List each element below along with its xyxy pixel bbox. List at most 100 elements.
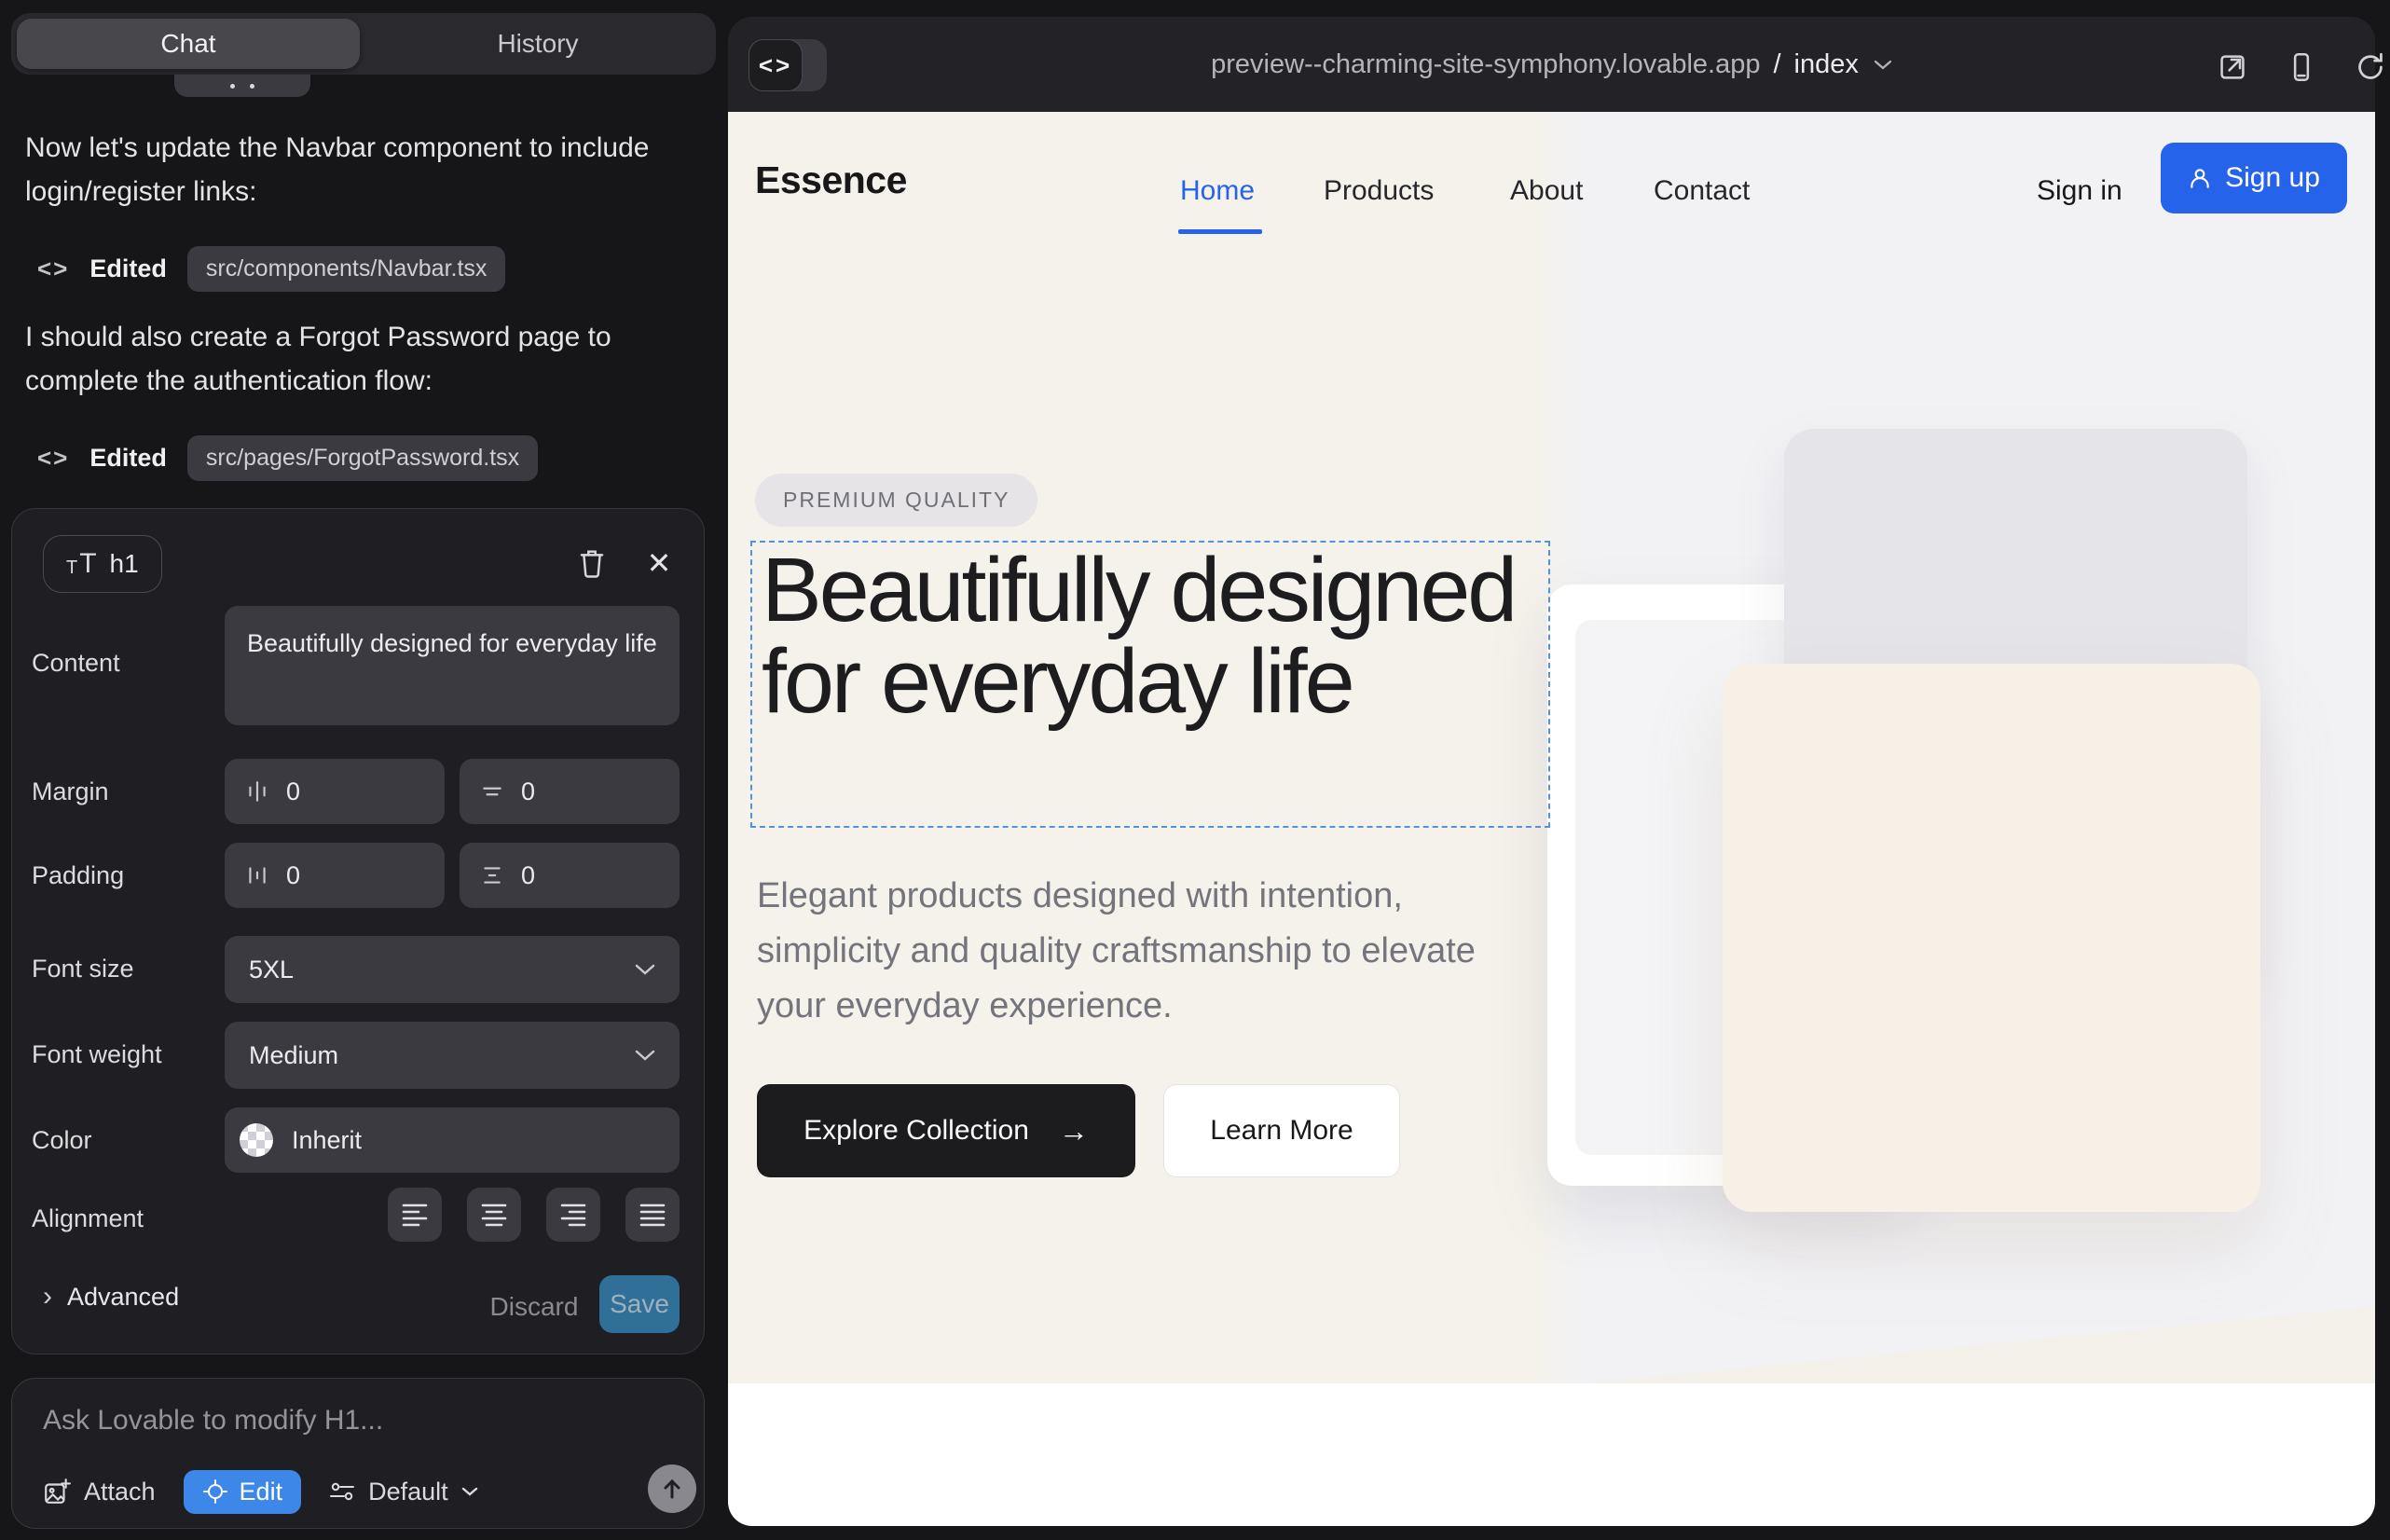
font-size-select[interactable]: 5XL xyxy=(225,936,680,1003)
decor-card-peach xyxy=(1723,664,2260,1212)
sign-up-button[interactable]: Sign up xyxy=(2161,143,2347,213)
advanced-toggle[interactable]: › Advanced xyxy=(43,1281,179,1313)
refresh-button[interactable] xyxy=(2350,47,2390,88)
selected-h1-outline[interactable]: Beautifully designed for everyday life xyxy=(750,541,1550,828)
margin-x-input[interactable] xyxy=(286,777,379,806)
content-input[interactable]: Beautifully designed for everyday life xyxy=(225,606,680,725)
site-logo[interactable]: Essence xyxy=(755,158,907,202)
user-icon xyxy=(2188,166,2212,190)
nav-link-products[interactable]: Products xyxy=(1324,175,1434,207)
align-center-icon xyxy=(480,1203,508,1227)
dot-icon xyxy=(230,84,235,89)
delete-element-button[interactable] xyxy=(571,543,612,584)
composer-input[interactable] xyxy=(43,1405,658,1437)
url-page: index xyxy=(1794,49,1859,80)
open-in-new-tab-button[interactable] xyxy=(2212,47,2253,88)
hero-curve-decoration xyxy=(1554,1294,2375,1383)
chat-message: Now let's update the Navbar component to… xyxy=(25,126,687,213)
tab-chat-label: Chat xyxy=(17,19,360,69)
mode-label: Default xyxy=(368,1478,448,1506)
preview-browser-frame: preview--charming-site-symphony.lovable.… xyxy=(728,17,2375,1526)
margin-x-field[interactable] xyxy=(225,759,445,824)
dot-icon xyxy=(250,84,254,89)
padding-label: Padding xyxy=(32,861,124,890)
chevron-right-icon: › xyxy=(43,1281,52,1313)
code-preview-toggle[interactable]: <> xyxy=(749,39,827,91)
scrolled-message-peek[interactable] xyxy=(174,75,310,97)
sign-up-label: Sign up xyxy=(2225,162,2320,194)
mode-select[interactable]: Default xyxy=(329,1478,478,1506)
edited-file-row: <> Edited src/pages/ForgotPassword.tsx xyxy=(37,433,538,482)
explore-collection-button[interactable]: Explore Collection → xyxy=(757,1084,1135,1177)
align-right-button[interactable] xyxy=(546,1188,600,1242)
edited-label: Edited xyxy=(89,444,167,473)
chevron-down-icon xyxy=(635,964,655,975)
code-icon: <> xyxy=(37,254,69,283)
padding-x-field[interactable] xyxy=(225,843,445,908)
margin-label: Margin xyxy=(32,777,109,806)
font-weight-select[interactable]: Medium xyxy=(225,1022,680,1089)
padding-y-input[interactable] xyxy=(521,861,614,890)
tab-chat[interactable]: Chat xyxy=(17,19,360,69)
learn-more-button[interactable]: Learn More xyxy=(1163,1084,1400,1177)
arrow-up-icon xyxy=(661,1478,683,1500)
margin-vertical-icon xyxy=(480,779,504,804)
url-bar[interactable]: preview--charming-site-symphony.lovable.… xyxy=(728,17,2375,112)
sign-in-link[interactable]: Sign in xyxy=(2037,175,2122,207)
align-left-button[interactable] xyxy=(388,1188,442,1242)
element-tag: h1 xyxy=(110,549,139,579)
type-icon: TT xyxy=(66,551,97,577)
hero-headline[interactable]: Beautifully designed for everyday life xyxy=(762,544,1535,727)
active-nav-underline xyxy=(1178,229,1262,234)
color-label: Color xyxy=(32,1126,92,1155)
margin-y-input[interactable] xyxy=(521,777,614,806)
edited-file-chip[interactable]: src/pages/ForgotPassword.tsx xyxy=(187,435,538,481)
browser-actions xyxy=(2212,47,2390,88)
chevron-down-icon[interactable] xyxy=(1874,60,1892,70)
edited-file-chip[interactable]: src/components/Navbar.tsx xyxy=(187,246,506,292)
align-justify-button[interactable] xyxy=(625,1188,680,1242)
composer-toolbar: Attach Edit Default xyxy=(43,1468,478,1515)
selected-element-badge[interactable]: TT h1 xyxy=(43,535,162,593)
trash-icon xyxy=(578,548,606,578)
nav-link-home[interactable]: Home xyxy=(1180,175,1255,207)
color-swatch-icon xyxy=(240,1123,273,1157)
nav-link-about[interactable]: About xyxy=(1510,175,1583,207)
code-icon[interactable]: <> xyxy=(749,39,803,91)
save-button[interactable]: Save xyxy=(599,1275,680,1333)
padding-vertical-icon xyxy=(480,863,504,887)
align-center-button[interactable] xyxy=(467,1188,521,1242)
nav-link-contact[interactable]: Contact xyxy=(1654,175,1750,207)
attach-label: Attach xyxy=(84,1478,156,1506)
margin-horizontal-icon xyxy=(245,779,269,804)
refresh-icon xyxy=(2356,52,2385,82)
code-icon: <> xyxy=(37,444,69,473)
element-inspector-panel: TT h1 ✕ Content Beautifully designed for… xyxy=(11,508,705,1354)
external-link-icon xyxy=(2218,52,2247,82)
url-separator: / xyxy=(1773,49,1780,80)
font-size-value: 5XL xyxy=(249,956,294,984)
color-value: Inherit xyxy=(292,1126,362,1155)
chevron-down-icon xyxy=(635,1050,655,1061)
tab-history[interactable]: History xyxy=(365,19,710,69)
url-domain: preview--charming-site-symphony.lovable.… xyxy=(1211,49,1760,80)
explore-collection-label: Explore Collection xyxy=(804,1115,1029,1147)
hero-section: Essence Home Products About Contact Sign… xyxy=(728,112,2375,1383)
chevron-down-icon xyxy=(461,1487,478,1496)
advanced-label: Advanced xyxy=(67,1283,179,1312)
color-select[interactable]: Inherit xyxy=(225,1107,680,1173)
align-justify-icon xyxy=(639,1203,666,1227)
discard-button[interactable]: Discard xyxy=(478,1281,590,1333)
attach-button[interactable]: Attach xyxy=(43,1478,156,1506)
margin-y-field[interactable] xyxy=(460,759,680,824)
content-label: Content xyxy=(32,649,120,678)
padding-y-field[interactable] xyxy=(460,843,680,908)
edit-mode-button[interactable]: Edit xyxy=(184,1470,302,1514)
send-button[interactable] xyxy=(648,1464,696,1513)
mobile-view-button[interactable] xyxy=(2281,47,2322,88)
close-inspector-button[interactable]: ✕ xyxy=(639,543,680,584)
padding-x-input[interactable] xyxy=(286,861,379,890)
mobile-phone-icon xyxy=(2287,52,2316,82)
arrow-right-icon: → xyxy=(1059,1114,1089,1148)
premium-quality-badge: PREMIUM QUALITY xyxy=(755,474,1037,527)
